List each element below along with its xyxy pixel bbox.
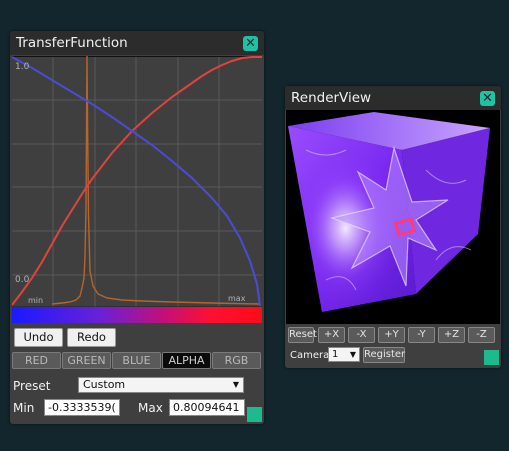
transfer-function-title: TransferFunction	[16, 35, 128, 51]
chevron-down-icon: ▼	[232, 380, 239, 389]
view-minus-y-button[interactable]: -Y	[408, 327, 435, 343]
volume-render-canvas[interactable]	[286, 110, 500, 324]
render-view-titlebar[interactable]: RenderView ✕	[285, 86, 501, 110]
transfer-function-titlebar[interactable]: TransferFunction ✕	[10, 31, 264, 55]
channel-tab-red[interactable]: RED	[12, 352, 61, 369]
max-label: Max	[138, 401, 163, 415]
plot-x-min-label: min	[28, 296, 43, 305]
channel-tab-rgb[interactable]: RGB	[212, 352, 261, 369]
view-plus-y-button[interactable]: +Y	[378, 327, 405, 343]
min-input[interactable]: -0.3333539(	[44, 399, 120, 416]
channel-tab-alpha[interactable]: ALPHA	[162, 352, 211, 369]
register-button[interactable]: Register	[363, 347, 405, 363]
camera-select[interactable]: 1 ▼	[328, 347, 360, 362]
view-plus-z-button[interactable]: +Z	[438, 327, 465, 343]
render-view-title: RenderView	[291, 90, 372, 106]
plot-y-max-label: 1.0	[15, 62, 30, 72]
close-icon[interactable]: ✕	[243, 36, 258, 51]
resize-handle[interactable]	[484, 350, 499, 365]
view-minus-z-button[interactable]: -Z	[468, 327, 495, 343]
render-view-panel: RenderView ✕ Reset +X -X +Y -Y +Z -Z Cam…	[285, 86, 501, 368]
view-plus-x-button[interactable]: +X	[318, 327, 345, 343]
preset-label: Preset	[13, 379, 51, 393]
chevron-down-icon: ▼	[349, 350, 356, 359]
max-input[interactable]: 0.80094641	[169, 399, 245, 416]
preset-select[interactable]: Custom ▼	[78, 377, 244, 393]
plot-y-min-label: 0.0	[15, 275, 30, 285]
transfer-function-panel: TransferFunction ✕ 1.0 0.0 min max Undo …	[10, 31, 264, 424]
min-label: Min	[13, 401, 35, 415]
undo-button[interactable]: Undo	[14, 328, 63, 347]
camera-label: Camera:	[290, 350, 333, 361]
view-reset-button[interactable]: Reset	[288, 327, 317, 343]
close-icon[interactable]: ✕	[480, 91, 495, 106]
transfer-function-plot[interactable]: 1.0 0.0 min max	[12, 56, 262, 308]
color-gradient-bar[interactable]	[12, 307, 262, 323]
plot-x-max-label: max	[228, 294, 246, 303]
view-minus-x-button[interactable]: -X	[348, 327, 375, 343]
redo-button[interactable]: Redo	[67, 328, 116, 347]
channel-tab-blue[interactable]: BLUE	[112, 352, 161, 369]
channel-tab-green[interactable]: GREEN	[62, 352, 111, 369]
resize-handle[interactable]	[247, 407, 262, 422]
preset-select-value: Custom	[83, 378, 126, 391]
camera-select-value: 1	[332, 349, 339, 360]
